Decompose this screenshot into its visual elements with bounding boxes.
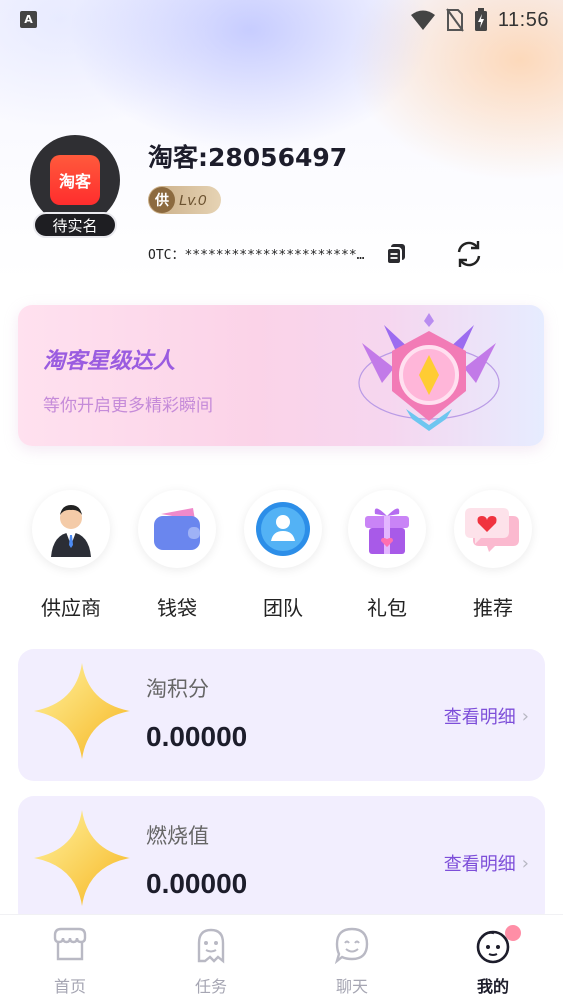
quick-menu-supplier[interactable]: 供应商 xyxy=(30,490,112,621)
bottom-tab-bar: 首页 任务 聊天 我的 xyxy=(0,914,563,1002)
card-value: 0.00000 xyxy=(146,721,248,752)
status-icons: 11:56 xyxy=(410,6,549,34)
battery-charging-icon xyxy=(474,8,487,31)
tab-label: 我的 xyxy=(476,977,509,996)
star-expert-banner[interactable]: 淘客星级达人 等你开启更多精彩瞬间 xyxy=(18,305,544,446)
card-title: 淘积分 xyxy=(146,677,209,701)
view-details-link[interactable]: 查看明细 › xyxy=(444,703,529,729)
avatar[interactable]: 淘客 待实名 xyxy=(30,135,120,239)
supplier-icon xyxy=(51,505,91,557)
quick-menu: 供应商 钱袋 团队 礼包 推荐 xyxy=(0,490,563,630)
copy-icon[interactable] xyxy=(385,242,407,266)
app-logo: 淘客 xyxy=(50,155,100,205)
clock: 11:56 xyxy=(497,8,549,31)
quick-menu-wallet[interactable]: 钱袋 xyxy=(136,490,218,621)
keyboard-indicator-icon: A xyxy=(20,11,37,28)
otc-address: OTC：************************… xyxy=(148,248,370,263)
chevron-right-icon: › xyxy=(521,852,529,874)
chat-face-icon xyxy=(334,927,369,965)
quick-menu-label: 礼包 xyxy=(367,596,407,620)
refresh-icon[interactable] xyxy=(453,238,485,270)
wallet-icon xyxy=(154,508,200,550)
tao-points-card: 淘积分 0.00000 查看明细 › xyxy=(18,649,545,781)
banner-subtitle: 等你开启更多精彩瞬间 xyxy=(43,396,213,416)
tab-chat[interactable]: 聊天 xyxy=(307,925,397,997)
tab-label: 聊天 xyxy=(335,977,368,996)
banner-title: 淘客星级达人 xyxy=(43,349,176,374)
quick-menu-label: 推荐 xyxy=(473,596,513,620)
notification-dot xyxy=(505,925,521,941)
tab-label: 任务 xyxy=(194,977,227,996)
card-title: 燃烧值 xyxy=(146,824,209,848)
level-text: Lv.0 xyxy=(179,191,207,209)
tab-tasks[interactable]: 任务 xyxy=(166,925,256,997)
user-name: 淘客:28056497 xyxy=(148,143,348,172)
quick-menu-label: 团队 xyxy=(263,596,303,620)
recommend-icon xyxy=(465,508,519,552)
quick-menu-label: 钱袋 xyxy=(157,596,197,620)
tab-label: 首页 xyxy=(53,977,86,996)
gift-icon xyxy=(365,508,409,554)
ghost-icon xyxy=(197,928,225,964)
team-icon xyxy=(256,502,310,556)
tab-home[interactable]: 首页 xyxy=(25,925,115,997)
no-sim-icon xyxy=(446,8,464,32)
supplier-level-icon: 供 xyxy=(149,187,175,213)
wifi-icon xyxy=(410,10,435,30)
quick-menu-label: 供应商 xyxy=(41,596,101,620)
level-badge: 供 Lv.0 xyxy=(148,186,221,214)
quick-menu-gift[interactable]: 礼包 xyxy=(346,490,428,621)
view-details-label: 查看明细 xyxy=(443,854,516,875)
card-value: 0.00000 xyxy=(146,868,248,899)
view-details-label: 查看明细 xyxy=(443,707,516,728)
quick-menu-recommend[interactable]: 推荐 xyxy=(452,490,534,621)
verification-status-badge[interactable]: 待实名 xyxy=(33,212,117,238)
star-icon xyxy=(34,663,130,759)
status-bar: A 11:56 xyxy=(0,0,563,40)
view-details-link[interactable]: 查看明细 › xyxy=(444,850,529,876)
store-icon xyxy=(53,927,87,961)
quick-menu-team[interactable]: 团队 xyxy=(242,490,324,621)
chevron-right-icon: › xyxy=(521,705,529,727)
star-icon xyxy=(34,810,130,906)
tab-mine[interactable]: 我的 xyxy=(448,925,538,997)
burn-value-card: 燃烧值 0.00000 查看明细 › xyxy=(18,796,545,928)
medal-icon xyxy=(358,313,500,431)
